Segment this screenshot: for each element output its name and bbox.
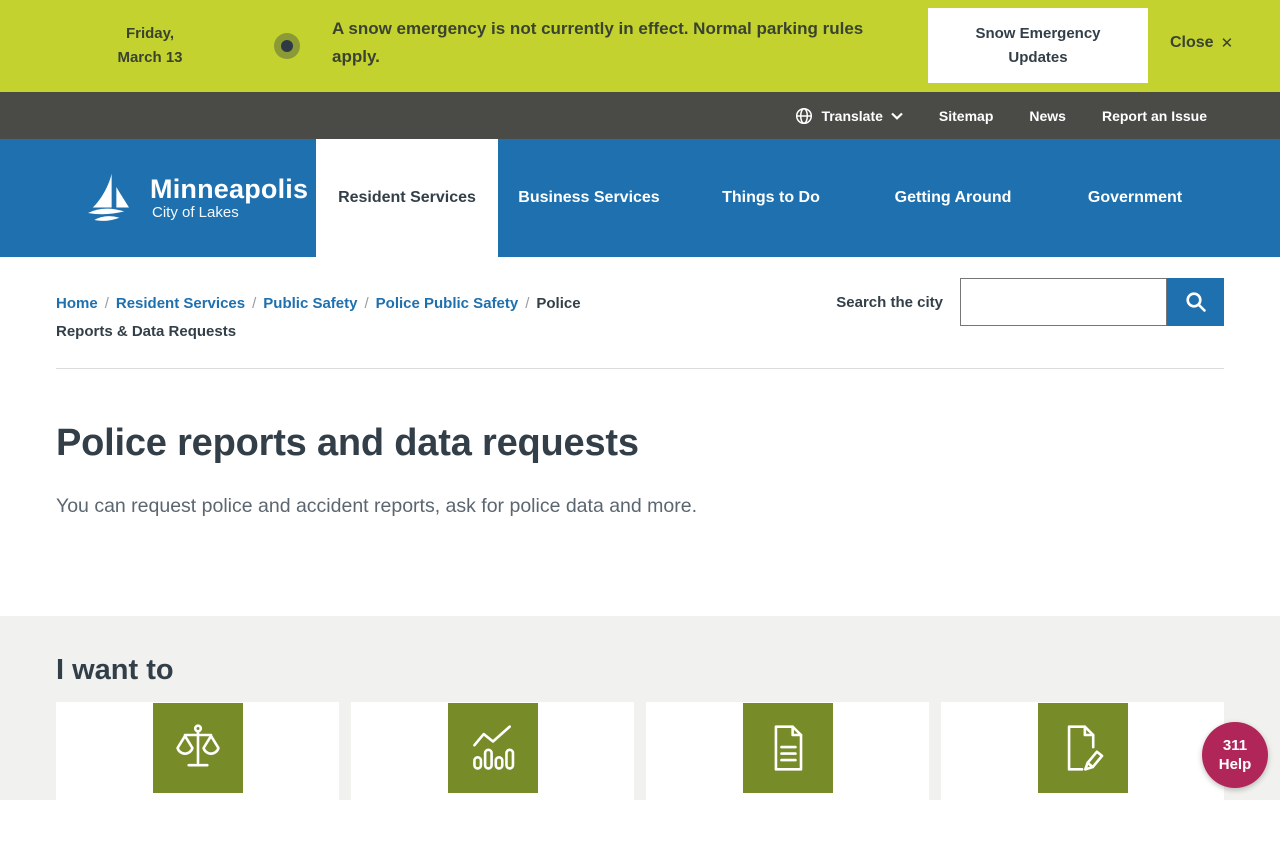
- page-head: Police reports and data requests You can…: [0, 369, 1280, 521]
- breadcrumb-separator: /: [252, 295, 256, 312]
- search-label: Search the city: [836, 294, 943, 311]
- snow-emergency-updates-button[interactable]: Snow Emergency Updates: [928, 8, 1148, 83]
- document-icon: [762, 722, 814, 774]
- snow-button-label-line1: Snow Emergency: [975, 22, 1100, 46]
- banner-message: A snow emergency is not currently in eff…: [332, 15, 877, 71]
- status-dot-icon: [274, 33, 300, 59]
- banner-close-button[interactable]: Close ✕: [1170, 34, 1233, 52]
- chevron-down-icon: [891, 112, 903, 120]
- search-input[interactable]: [960, 278, 1167, 326]
- utility-link-news[interactable]: News: [1029, 108, 1066, 124]
- nav-tab-resident-services[interactable]: Resident Services: [316, 139, 498, 257]
- breadcrumb: Home / Resident Services / Public Safety / Pol…: [56, 290, 616, 346]
- translate-menu[interactable]: Translate: [795, 107, 902, 125]
- banner-date-line1: Friday,: [85, 22, 215, 46]
- nav-tab-getting-around[interactable]: Getting Around: [862, 139, 1044, 257]
- close-label: Close: [1170, 34, 1214, 52]
- site-search: Search the city: [836, 278, 1224, 326]
- close-icon: ✕: [1221, 34, 1234, 52]
- nav-tab-business-services[interactable]: Business Services: [498, 139, 680, 257]
- minneapolis-logo[interactable]: Minneapolis City of Lakes: [88, 167, 308, 229]
- breadcrumb-link-police-public-safety[interactable]: Police Public Safety: [376, 295, 519, 312]
- nav-tabs: Resident Services Business Services Thin…: [316, 139, 1226, 257]
- snow-alert-banner: Friday, March 13 A snow emergency is not…: [0, 0, 1280, 92]
- i-want-to-section: I want to: [0, 616, 1280, 800]
- i-want-to-cards: [56, 702, 1224, 862]
- breadcrumb-separator: /: [525, 295, 529, 312]
- page-subtitle: You can request police and accident repo…: [56, 491, 716, 521]
- logo-subtitle: City of Lakes: [152, 204, 308, 221]
- breadcrumb-link-public-safety[interactable]: Public Safety: [263, 295, 357, 312]
- scales-icon: [172, 722, 224, 774]
- translate-label: Translate: [821, 108, 882, 124]
- breadcrumb-separator: /: [364, 295, 368, 312]
- card-police-data[interactable]: [351, 702, 634, 862]
- card-data-request[interactable]: [941, 702, 1224, 862]
- utility-bar: Translate Sitemap News Report an Issue: [0, 92, 1280, 139]
- breadcrumb-link-resident-services[interactable]: Resident Services: [116, 295, 245, 312]
- nav-tab-government[interactable]: Government: [1044, 139, 1226, 257]
- search-button[interactable]: [1167, 278, 1224, 326]
- breadcrumb-link-home[interactable]: Home: [56, 295, 98, 312]
- breadcrumb-separator: /: [105, 295, 109, 312]
- i-want-to-heading: I want to: [56, 654, 1224, 687]
- breadcrumb-search-row: Home / Resident Services / Public Safety / Pol…: [0, 257, 1280, 346]
- help-311-button[interactable]: 311 Help: [1202, 722, 1268, 788]
- sailboat-icon: [88, 167, 140, 229]
- card-view-report[interactable]: [646, 702, 929, 862]
- help-311-line2: Help: [1219, 755, 1252, 774]
- utility-link-sitemap[interactable]: Sitemap: [939, 108, 993, 124]
- card-request-report[interactable]: [56, 702, 339, 862]
- utility-link-report-an-issue[interactable]: Report an Issue: [1102, 108, 1207, 124]
- snow-button-label-line2: Updates: [1008, 46, 1067, 70]
- search-icon: [1184, 290, 1208, 314]
- main-navigation: Minneapolis City of Lakes Resident Servi…: [0, 139, 1280, 257]
- page-title: Police reports and data requests: [56, 422, 1224, 465]
- nav-tab-things-to-do[interactable]: Things to Do: [680, 139, 862, 257]
- globe-icon: [795, 107, 813, 125]
- help-311-line1: 311: [1223, 736, 1247, 755]
- banner-date-line2: March 13: [85, 46, 215, 70]
- banner-date: Friday, March 13: [85, 22, 215, 70]
- document-edit-icon: [1057, 722, 1109, 774]
- chart-icon: [467, 722, 519, 774]
- logo-title: Minneapolis: [150, 175, 308, 203]
